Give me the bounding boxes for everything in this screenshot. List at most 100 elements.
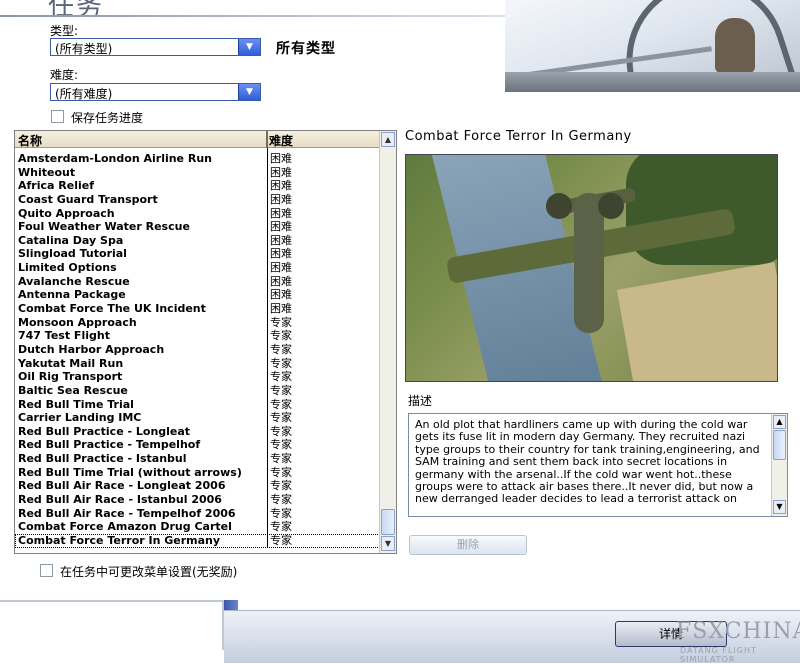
mission-name: Foul Weather Water Rescue bbox=[18, 220, 190, 234]
list-item[interactable]: Baltic Sea Rescue 专家 bbox=[15, 384, 380, 398]
list-item[interactable]: Oil Rig Transport 专家 bbox=[15, 370, 380, 384]
allow-menu-change-label: 在任务中可更改菜单设置(无奖励) bbox=[60, 565, 238, 579]
scroll-up-icon[interactable]: ▲ bbox=[773, 415, 786, 429]
list-item[interactable]: Red Bull Air Race - Tempelhof 2006 专家 bbox=[15, 507, 380, 521]
scroll-down-icon[interactable]: ▼ bbox=[381, 536, 395, 551]
list-item[interactable]: Combat Force Amazon Drug Cartel 专家 bbox=[15, 520, 380, 534]
list-item[interactable]: Red Bull Practice - Longleat 专家 bbox=[15, 425, 380, 439]
scroll-down-icon[interactable]: ▼ bbox=[773, 500, 786, 514]
list-item[interactable]: Slingload Tutorial 困难 bbox=[15, 247, 380, 261]
list-item[interactable]: Avalanche Rescue 困难 bbox=[15, 275, 380, 289]
chevron-down-icon[interactable]: ▼ bbox=[238, 39, 260, 55]
delete-button[interactable]: 删除 bbox=[409, 535, 527, 555]
scroll-up-icon[interactable]: ▲ bbox=[381, 132, 395, 147]
list-item[interactable]: 747 Test Flight 专家 bbox=[15, 329, 380, 343]
mission-name: 747 Test Flight bbox=[18, 329, 110, 343]
mission-difficulty: 专家 bbox=[270, 438, 292, 452]
mission-difficulty: 专家 bbox=[270, 479, 292, 493]
mission-name: Combat Force The UK Incident bbox=[18, 302, 206, 316]
save-progress-checkbox[interactable] bbox=[51, 110, 64, 123]
mission-difficulty: 专家 bbox=[270, 315, 292, 329]
mission-name: Carrier Landing IMC bbox=[18, 411, 142, 425]
description-scrollbar[interactable]: ▲ ▼ bbox=[771, 414, 787, 516]
description-box[interactable]: An old plot that hardliners came up with… bbox=[408, 413, 788, 517]
mission-name: Combat Force Amazon Drug Cartel bbox=[18, 520, 232, 534]
mission-difficulty: 困难 bbox=[270, 233, 292, 247]
list-item[interactable]: Quito Approach 困难 bbox=[15, 207, 380, 221]
type-selected-display: 所有类型 bbox=[276, 41, 336, 57]
mission-name: Whiteout bbox=[18, 165, 76, 179]
list-item[interactable]: Foul Weather Water Rescue 困难 bbox=[15, 220, 380, 234]
difficulty-dropdown-value: (所有难度) bbox=[55, 87, 113, 101]
mission-list-header: 名称 难度 bbox=[15, 131, 380, 148]
mission-name: Dutch Harbor Approach bbox=[18, 342, 165, 356]
mission-name: Baltic Sea Rescue bbox=[18, 383, 128, 397]
list-item[interactable]: Antenna Package 困难 bbox=[15, 288, 380, 302]
mission-difficulty: 困难 bbox=[270, 274, 292, 288]
mission-difficulty: 专家 bbox=[270, 397, 292, 411]
list-item[interactable]: Red Bull Air Race - Longleat 2006 专家 bbox=[15, 479, 380, 493]
column-header-name[interactable]: 名称 bbox=[18, 132, 42, 149]
save-progress-label: 保存任务进度 bbox=[71, 111, 144, 125]
mission-difficulty: 专家 bbox=[270, 520, 292, 534]
list-item[interactable]: Coast Guard Transport 困难 bbox=[15, 193, 380, 207]
mission-difficulty: 专家 bbox=[270, 493, 292, 507]
mission-difficulty: 专家 bbox=[270, 424, 292, 438]
mission-list-scrollbar[interactable]: ▲ ▼ bbox=[379, 131, 396, 553]
mission-name: Red Bull Practice - Istanbul bbox=[18, 452, 187, 466]
difficulty-label: 难度: bbox=[50, 68, 79, 82]
mission-difficulty: 专家 bbox=[270, 342, 292, 356]
type-dropdown[interactable]: (所有类型) ▼ bbox=[50, 38, 261, 56]
list-item[interactable]: Red Bull Time Trial 专家 bbox=[15, 398, 380, 412]
mission-difficulty: 困难 bbox=[270, 302, 292, 316]
mission-difficulty: 专家 bbox=[270, 370, 292, 384]
mission-preview-image bbox=[405, 154, 778, 382]
list-item[interactable]: Whiteout 困难 bbox=[15, 166, 380, 180]
list-item[interactable]: Combat Force Terror In Germany 专家 bbox=[15, 533, 380, 548]
mission-name: Avalanche Rescue bbox=[18, 274, 130, 288]
column-header-difficulty[interactable]: 难度 bbox=[269, 132, 293, 149]
list-item[interactable]: Red Bull Air Race - Istanbul 2006 专家 bbox=[15, 493, 380, 507]
mission-difficulty: 困难 bbox=[270, 206, 292, 220]
list-item[interactable]: Red Bull Practice - Istanbul 专家 bbox=[15, 452, 380, 466]
mission-difficulty: 专家 bbox=[270, 533, 292, 547]
mission-name: Red Bull Air Race - Tempelhof 2006 bbox=[18, 506, 236, 520]
list-item[interactable]: Amsterdam-London Airline Run 困难 bbox=[15, 152, 380, 166]
mission-difficulty: 专家 bbox=[270, 383, 292, 397]
allow-menu-change-checkbox[interactable] bbox=[40, 564, 53, 577]
mission-difficulty: 困难 bbox=[270, 261, 292, 275]
difficulty-dropdown[interactable]: (所有难度) ▼ bbox=[50, 83, 261, 101]
mission-difficulty: 困难 bbox=[270, 288, 292, 302]
list-item[interactable]: Limited Options 困难 bbox=[15, 261, 380, 275]
chevron-down-icon[interactable]: ▼ bbox=[238, 84, 260, 100]
list-item[interactable]: Combat Force The UK Incident 困难 bbox=[15, 302, 380, 316]
mission-name: Red Bull Time Trial (without arrows) bbox=[18, 465, 242, 479]
list-item[interactable]: Africa Relief 困难 bbox=[15, 179, 380, 193]
mission-difficulty: 困难 bbox=[270, 152, 292, 165]
mission-difficulty: 困难 bbox=[270, 192, 292, 206]
list-item[interactable]: Carrier Landing IMC 专家 bbox=[15, 411, 380, 425]
scroll-thumb[interactable] bbox=[381, 509, 395, 535]
scroll-thumb[interactable] bbox=[773, 430, 786, 460]
list-item[interactable]: Yakutat Mail Run 专家 bbox=[15, 357, 380, 371]
list-item[interactable]: Red Bull Time Trial (without arrows) 专家 bbox=[15, 466, 380, 480]
list-item[interactable]: Red Bull Practice - Tempelhof 专家 bbox=[15, 438, 380, 452]
mission-name: Africa Relief bbox=[18, 179, 94, 193]
mission-name: Catalina Day Spa bbox=[18, 233, 124, 247]
mission-difficulty: 困难 bbox=[270, 247, 292, 261]
footer-panel bbox=[0, 600, 224, 650]
mission-name: Combat Force Terror In Germany bbox=[18, 533, 221, 547]
list-item[interactable]: Monsoon Approach 专家 bbox=[15, 316, 380, 330]
watermark-subtitle: DATANG FLIGHT SIMULATOR bbox=[680, 646, 757, 664]
list-item[interactable]: Catalina Day Spa 困难 bbox=[15, 234, 380, 248]
mission-difficulty: 困难 bbox=[270, 165, 292, 179]
mission-difficulty: 专家 bbox=[270, 329, 292, 343]
mission-name: Limited Options bbox=[18, 261, 117, 275]
mission-list[interactable]: 名称 难度 Amsterdam-London Airline Run 困难 Whit… bbox=[14, 130, 397, 554]
mission-title: Combat Force Terror In Germany bbox=[405, 129, 632, 144]
type-label: 类型: bbox=[50, 24, 79, 38]
list-item[interactable]: Dutch Harbor Approach 专家 bbox=[15, 343, 380, 357]
mission-difficulty: 专家 bbox=[270, 356, 292, 370]
description-label: 描述 bbox=[408, 394, 433, 408]
mission-difficulty: 专家 bbox=[270, 411, 292, 425]
